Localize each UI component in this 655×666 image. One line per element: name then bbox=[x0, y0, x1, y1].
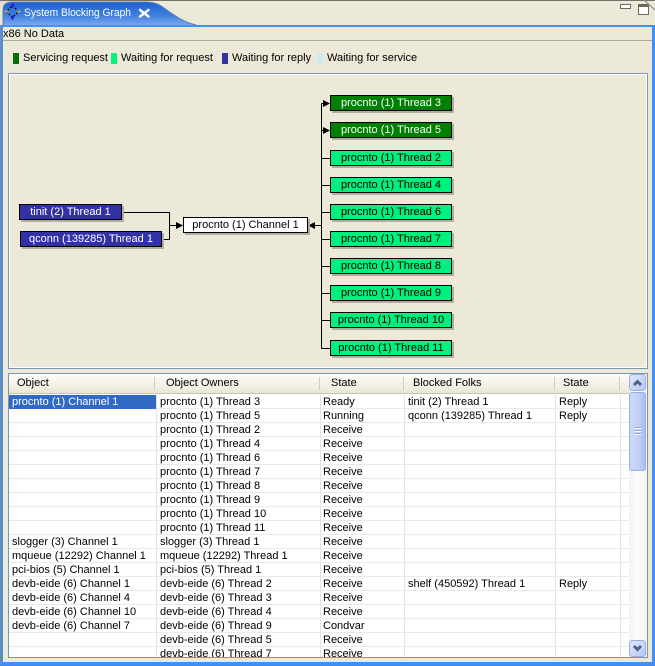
svg-text:System Blocking Graph: System Blocking Graph bbox=[24, 7, 131, 19]
